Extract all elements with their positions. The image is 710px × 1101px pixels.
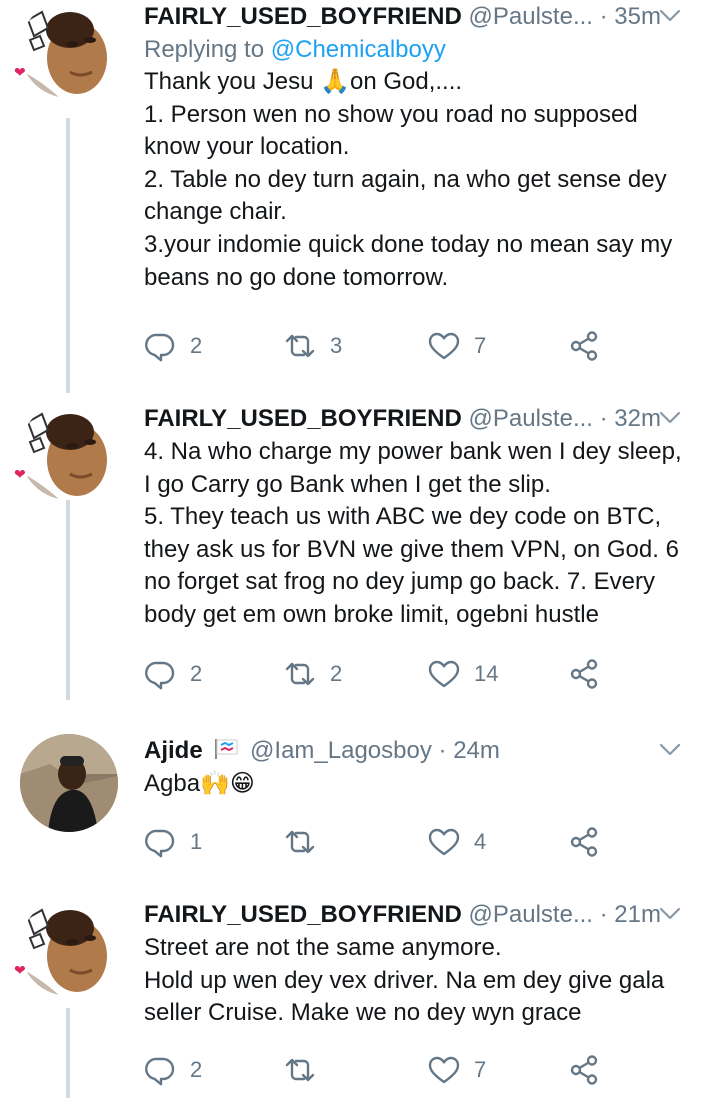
retweet-button[interactable]: 2 [284, 654, 342, 694]
like-icon [428, 658, 460, 690]
replying-to: Replying to @Chemicalboyy [144, 34, 688, 66]
username[interactable]: @Paulste... [469, 901, 593, 928]
tweet[interactable]: Ajide @Iam_Lagosboy · 24m Agba🙌😁 1 4 [0, 734, 710, 884]
tweet-actions: 1 4 [144, 822, 614, 862]
reply-icon [144, 658, 176, 690]
chevron-down-icon[interactable] [658, 406, 682, 430]
tweet-content: Ajide @Iam_Lagosboy · 24m Agba🙌😁 1 4 [144, 734, 688, 801]
reply-count: 2 [190, 333, 203, 358]
like-icon [428, 330, 460, 362]
like-count: 7 [474, 333, 487, 358]
tweet-actions: 2 7 [144, 1050, 614, 1090]
tweet[interactable]: ❤ FAIRLY_USED_BOYFRIEND @Paulste... · 35… [0, 0, 710, 395]
like-button[interactable]: 14 [428, 654, 498, 694]
reply-button[interactable]: 1 [144, 822, 202, 862]
tweet-text: Street are not the same anymore. Hold up… [144, 934, 665, 1027]
like-button[interactable]: 7 [428, 1050, 486, 1090]
share-button[interactable] [568, 822, 600, 862]
tweet-actions: 2 2 14 [144, 654, 614, 694]
like-count: 14 [474, 661, 499, 686]
retweet-icon [284, 658, 316, 690]
heart-badge-icon: ❤ [14, 64, 26, 80]
separator: · [599, 405, 608, 432]
avatar[interactable] [20, 0, 118, 98]
share-icon [568, 330, 600, 362]
separator: · [438, 737, 447, 764]
separator: · [599, 3, 608, 30]
tweet-text: 4. Na who charge my power bank wen I dey… [144, 438, 682, 628]
display-name[interactable]: FAIRLY_USED_BOYFRIEND [144, 901, 462, 928]
tweet-content: FAIRLY_USED_BOYFRIEND @Paulste... · 32m … [144, 402, 688, 632]
tweet[interactable]: ❤ FAIRLY_USED_BOYFRIEND @Paulste... · 32… [0, 402, 710, 722]
heart-badge-icon: ❤ [14, 962, 26, 978]
username[interactable]: @Paulste... [469, 405, 593, 432]
tweet-header: FAIRLY_USED_BOYFRIEND @Paulste... · 32m [144, 402, 688, 436]
tweet-text: Agba🙌😁 [144, 770, 255, 797]
avatar[interactable] [20, 898, 118, 996]
reply-button[interactable]: 2 [144, 654, 202, 694]
thread-line [66, 1008, 70, 1098]
display-name[interactable]: FAIRLY_USED_BOYFRIEND [144, 405, 462, 432]
separator: · [599, 901, 608, 928]
share-button[interactable] [568, 326, 600, 366]
retweet-button[interactable] [284, 822, 330, 862]
reply-count: 1 [190, 829, 203, 854]
share-icon [568, 658, 600, 690]
like-button[interactable]: 7 [428, 326, 486, 366]
share-button[interactable] [568, 654, 600, 694]
like-count: 7 [474, 1057, 487, 1082]
timestamp[interactable]: 24m [453, 737, 500, 764]
reply-button[interactable]: 2 [144, 326, 202, 366]
tweet-header: FAIRLY_USED_BOYFRIEND @Paulste... · 35m [144, 0, 688, 34]
timestamp[interactable]: 21m [614, 901, 661, 928]
chevron-down-icon[interactable] [658, 4, 682, 28]
reply-icon [144, 826, 176, 858]
share-icon [568, 826, 600, 858]
reply-icon [144, 330, 176, 362]
reply-button[interactable]: 2 [144, 1050, 202, 1090]
avatar[interactable] [20, 734, 118, 832]
tweet-content: FAIRLY_USED_BOYFRIEND @Paulste... · 21m … [144, 898, 688, 1030]
retweet-count: 3 [330, 333, 343, 358]
display-name[interactable]: Ajide [144, 737, 203, 764]
tweet-header: FAIRLY_USED_BOYFRIEND @Paulste... · 21m [144, 898, 688, 932]
replying-to-handle[interactable]: @Chemicalboyy [271, 36, 446, 63]
avatar[interactable] [20, 402, 118, 500]
share-button[interactable] [568, 1050, 600, 1090]
tweet-content: FAIRLY_USED_BOYFRIEND @Paulste... · 35m … [144, 0, 688, 294]
like-icon [428, 1054, 460, 1086]
display-name[interactable]: FAIRLY_USED_BOYFRIEND [144, 3, 462, 30]
chevron-down-icon[interactable] [658, 738, 682, 762]
retweet-button[interactable] [284, 1050, 330, 1090]
tweet-text: Thank you Jesu 🙏on God,.... 1. Person we… [144, 68, 673, 291]
retweet-button[interactable]: 3 [284, 326, 342, 366]
tweet[interactable]: ❤ FAIRLY_USED_BOYFRIEND @Paulste... · 21… [0, 898, 710, 1098]
replying-to-prefix: Replying to [144, 36, 271, 63]
retweet-icon [284, 826, 316, 858]
timestamp[interactable]: 35m [614, 3, 661, 30]
retweet-count: 2 [330, 661, 343, 686]
reply-count: 2 [190, 661, 203, 686]
tweet-header: Ajide @Iam_Lagosboy · 24m [144, 734, 688, 768]
retweet-icon [284, 1054, 316, 1086]
reply-count: 2 [190, 1057, 203, 1082]
timestamp[interactable]: 32m [614, 405, 661, 432]
like-icon [428, 826, 460, 858]
retweet-icon [284, 330, 316, 362]
username[interactable]: @Paulste... [469, 3, 593, 30]
chevron-down-icon[interactable] [658, 902, 682, 926]
like-count: 4 [474, 829, 487, 854]
tweet-actions: 2 3 7 [144, 326, 614, 366]
share-icon [568, 1054, 600, 1086]
like-button[interactable]: 4 [428, 822, 486, 862]
heart-badge-icon: ❤ [14, 466, 26, 482]
reply-icon [144, 1054, 176, 1086]
flag-emoji-icon [215, 739, 238, 759]
username[interactable]: @Iam_Lagosboy [250, 737, 432, 764]
